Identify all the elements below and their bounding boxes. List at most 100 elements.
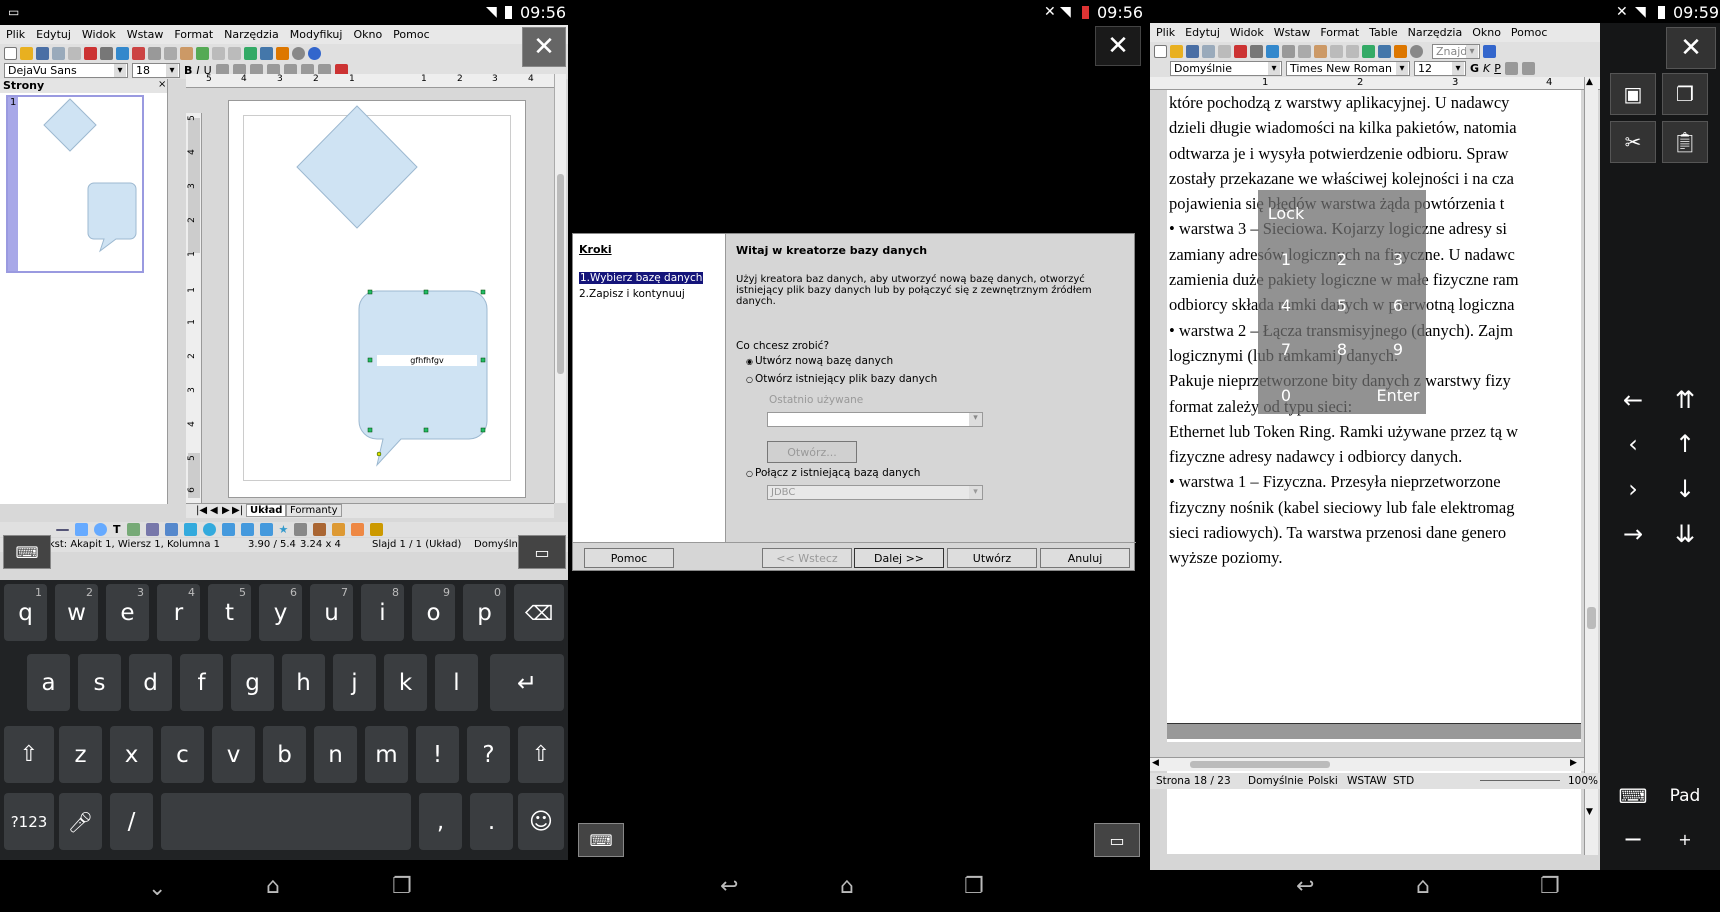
text-tool-icon[interactable]: T: [113, 523, 121, 536]
key-b[interactable]: b: [263, 726, 306, 783]
arrow-tool-icon[interactable]: [164, 523, 178, 536]
copy-icon[interactable]: [1298, 44, 1311, 58]
screen-toggle-button[interactable]: ▭: [518, 535, 566, 569]
slide-shapes[interactable]: [229, 101, 527, 499]
menu-file[interactable]: Plik: [1156, 26, 1175, 39]
shift-key-right[interactable]: ⇧: [518, 726, 564, 783]
key-j[interactable]: j: [333, 654, 376, 711]
align-left-icon[interactable]: [1504, 62, 1518, 75]
period-key[interactable]: .: [470, 793, 513, 850]
create-button[interactable]: Utwórz: [947, 548, 1037, 568]
numpad-key-0[interactable]: 0: [1258, 386, 1314, 408]
pdf-icon[interactable]: [1234, 44, 1247, 58]
redo-icon[interactable]: [228, 46, 241, 60]
next-button[interactable]: Dalej >>: [854, 548, 944, 568]
callouts-icon[interactable]: [259, 523, 273, 536]
chart-icon[interactable]: [244, 46, 257, 60]
key-y[interactable]: y6: [259, 584, 302, 641]
numpad-lock-key[interactable]: Lock: [1258, 204, 1314, 226]
key-t[interactable]: t5: [208, 584, 251, 641]
key-question[interactable]: ?: [467, 726, 510, 783]
menu-insert[interactable]: Wstaw: [1274, 26, 1311, 39]
numpad-key-1[interactable]: 1: [1258, 250, 1314, 272]
find-input[interactable]: Znajd: [1432, 43, 1480, 59]
undo-icon[interactable]: [212, 46, 225, 60]
tab-controls[interactable]: Formanty: [286, 504, 342, 517]
text-line[interactable]: które pochodzą z warstwy aplikacyjnej. U…: [1169, 90, 1579, 115]
tab-nav-next-icon[interactable]: ▶: [222, 505, 230, 516]
tab-nav-prev-icon[interactable]: ◀: [210, 505, 218, 516]
keyboard-toggle-button[interactable]: ⌨: [3, 535, 51, 569]
key-l[interactable]: l: [435, 654, 478, 711]
key-e[interactable]: e3: [106, 584, 149, 641]
underline-icon[interactable]: P: [1494, 62, 1501, 75]
menu-edit[interactable]: Edytuj: [36, 28, 71, 41]
text-line[interactable]: wyższe poziomy.: [1169, 545, 1579, 570]
zoom-out-icon[interactable]: −: [1610, 820, 1656, 858]
save-button[interactable]: ▣: [1610, 73, 1656, 115]
image-icon[interactable]: [351, 523, 365, 536]
nav-back-icon[interactable]: ↩: [1296, 874, 1314, 899]
shape-text-box[interactable]: gfhfhfgv: [377, 355, 477, 366]
numpad-key-4[interactable]: 4: [1258, 296, 1314, 318]
key-n[interactable]: n: [314, 726, 357, 783]
new-icon[interactable]: [4, 46, 17, 60]
close-button[interactable]: ✕: [1095, 26, 1141, 66]
cancel-button[interactable]: Anuluj: [1040, 548, 1130, 568]
print-icon[interactable]: [1250, 44, 1263, 58]
paste-button[interactable]: 📋︎: [1662, 121, 1708, 163]
numpad-enter-key[interactable]: Enter: [1370, 386, 1426, 408]
numpad-key-7[interactable]: 7: [1258, 340, 1314, 362]
enter-key[interactable]: ↵: [490, 654, 564, 711]
zoom-icon[interactable]: [292, 46, 305, 60]
key-s[interactable]: s: [78, 654, 121, 711]
font-name-combo[interactable]: DejaVu Sans: [4, 63, 128, 78]
menu-window[interactable]: Okno: [1472, 26, 1501, 39]
print-icon[interactable]: [100, 46, 113, 60]
radio-create-new[interactable]: ◉ Utwórz nową bazę danych: [746, 355, 893, 367]
chart-icon[interactable]: [1394, 44, 1407, 58]
menu-modify[interactable]: Modyfikuj: [290, 28, 343, 41]
slide-page[interactable]: gfhfhfgv: [228, 100, 526, 498]
key-z[interactable]: z: [59, 726, 102, 783]
find-next-icon[interactable]: [1483, 44, 1496, 58]
numpad-key-5[interactable]: 5: [1314, 296, 1370, 318]
key-w[interactable]: w2: [55, 584, 98, 641]
text-line[interactable]: dzieli długie wiadomości na kilka pakiet…: [1169, 115, 1579, 140]
edit-icon[interactable]: [1218, 44, 1231, 58]
key-i[interactable]: i8: [361, 584, 404, 641]
shapes-tool-icon[interactable]: [183, 523, 197, 536]
menu-window[interactable]: Okno: [353, 28, 382, 41]
table-icon[interactable]: [260, 46, 273, 60]
autospell-icon[interactable]: [132, 46, 145, 60]
open-file-button[interactable]: Otwórz...: [767, 441, 857, 463]
rect-tool-icon[interactable]: [75, 523, 88, 536]
keyboard-toggle-icon[interactable]: ⌨: [1610, 777, 1656, 815]
help-button[interactable]: Pomoc: [584, 548, 674, 568]
space-key[interactable]: [161, 793, 411, 850]
text-line[interactable]: fizyczny nośnik (kabel sieciowy lub fale…: [1169, 495, 1579, 520]
key-r[interactable]: r4: [157, 584, 200, 641]
arrow-down-icon[interactable]: ↓: [1662, 470, 1708, 508]
paragraph-style-combo[interactable]: Domyślnie: [1170, 61, 1282, 76]
arrow-right-icon[interactable]: ›: [1610, 470, 1656, 508]
symbol-shapes-icon[interactable]: [202, 523, 216, 536]
edit-icon[interactable]: [68, 46, 81, 60]
cut-icon[interactable]: [148, 46, 161, 60]
mic-key[interactable]: 🎤︎: [59, 793, 102, 850]
key-m[interactable]: m: [365, 726, 408, 783]
back-button[interactable]: << Wstecz: [762, 548, 852, 568]
arrow-left-icon[interactable]: ‹: [1610, 425, 1656, 463]
glue-icon[interactable]: [313, 523, 327, 536]
menu-tools[interactable]: Narzędzia: [1408, 26, 1463, 39]
copy-button[interactable]: ❐: [1662, 73, 1708, 115]
curve-tool-icon[interactable]: [126, 523, 140, 536]
numpad-key-6[interactable]: 6: [1370, 296, 1426, 318]
points-icon[interactable]: [294, 523, 308, 536]
slash-key[interactable]: /: [110, 793, 153, 850]
paste-icon[interactable]: [1314, 44, 1327, 58]
mail-icon[interactable]: [1202, 44, 1215, 58]
close-pane-icon[interactable]: ×: [158, 79, 166, 90]
text-line[interactable]: fizyczne adresy nadawcy i odbiorcy danyc…: [1169, 444, 1579, 469]
connection-type-combo[interactable]: JDBC ▾: [767, 485, 983, 500]
